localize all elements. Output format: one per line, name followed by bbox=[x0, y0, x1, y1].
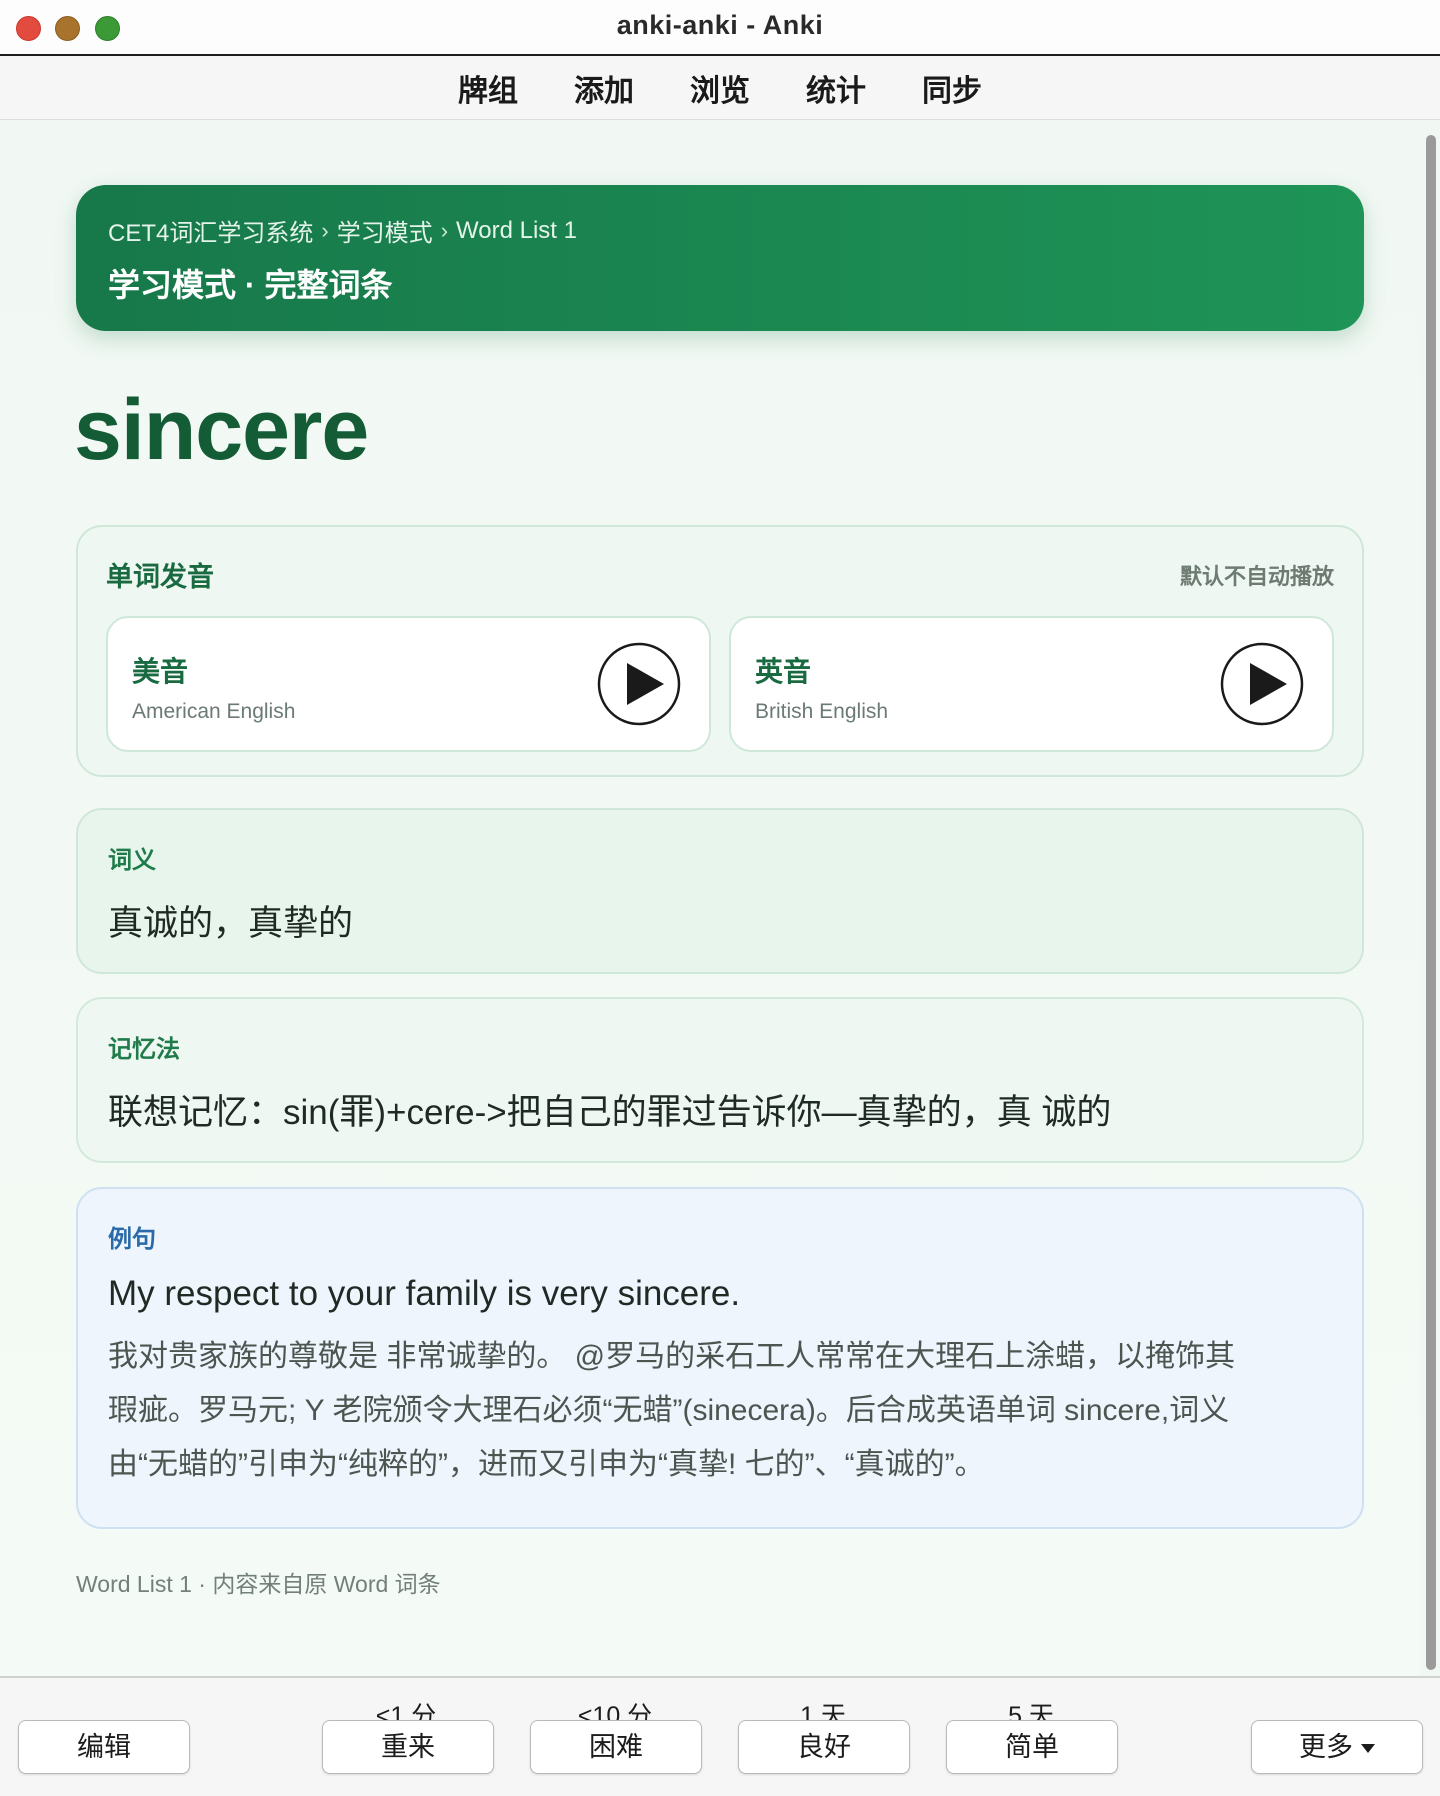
breadcrumb-item-list: Word List 1 bbox=[456, 216, 577, 244]
uk-pronunciation[interactable]: 英音 British English bbox=[729, 616, 1334, 752]
again-button[interactable]: 重来 bbox=[322, 1720, 494, 1774]
mnemonic-title: 记忆法 bbox=[108, 1036, 180, 1063]
pronunciation-options: 美音 American English 英音 British English bbox=[106, 616, 1334, 752]
edit-button[interactable]: 编辑 bbox=[18, 1720, 190, 1774]
toolbar-decks[interactable]: 牌组 bbox=[430, 66, 546, 110]
example-title: 例句 bbox=[108, 1226, 156, 1253]
us-pronunciation[interactable]: 美音 American English bbox=[106, 616, 711, 752]
more-label: 更多 bbox=[1299, 1732, 1353, 1762]
meaning-title: 词义 bbox=[108, 847, 156, 874]
page-title: 学习模式 · 完整词条 bbox=[108, 267, 393, 303]
title-bar: anki-anki - Anki bbox=[0, 0, 1440, 56]
toolbar-sync[interactable]: 同步 bbox=[894, 66, 1010, 110]
example-card: 例句 My respect to your family is very sin… bbox=[76, 1187, 1364, 1529]
example-translation-line: 我对贵家族的尊敬是 非常诚挚的。 @罗马的采石工人常常在大理石上涂蜡，以掩饰其 bbox=[108, 1340, 1236, 1373]
toolbar-add[interactable]: 添加 bbox=[546, 66, 662, 110]
main-toolbar: 牌组 添加 浏览 统计 同步 bbox=[0, 56, 1440, 120]
toolbar-browse[interactable]: 浏览 bbox=[662, 66, 778, 110]
example-translation-line: 瑕疵。罗马元; Y 老院颁令大理石必须“无蜡”(sinecera)。后合成英语单… bbox=[108, 1394, 1230, 1427]
pronunciation-title: 单词发音 bbox=[106, 562, 214, 592]
anki-window: anki-anki - Anki 牌组 添加 浏览 统计 同步 CET4词汇学习… bbox=[0, 0, 1440, 1796]
toolbar-stats[interactable]: 统计 bbox=[778, 66, 894, 110]
autoplay-note: 默认不自动播放 bbox=[1179, 563, 1334, 589]
scrollbar[interactable] bbox=[1426, 135, 1436, 1670]
breadcrumb-separator: › bbox=[440, 217, 449, 243]
hard-button[interactable]: 困难 bbox=[530, 1720, 702, 1774]
meaning-card: 词义 真诚的，真挚的 bbox=[76, 808, 1364, 974]
breadcrumb-item-system: CET4词汇学习系统 bbox=[108, 220, 314, 247]
play-icon[interactable] bbox=[597, 642, 681, 726]
breadcrumb-separator: › bbox=[321, 217, 329, 243]
card-view: CET4词汇学习系统 › 学习模式 › Word List 1 学习模式 · 完… bbox=[0, 121, 1420, 1676]
example-translation-line: 由“无蜡的”引申为“纯粹的”，进而又引申为“真挚! 七的”、“真诚的”。 bbox=[108, 1448, 985, 1481]
example-sentence: My respect to your family is very sincer… bbox=[108, 1274, 741, 1313]
hero-banner: CET4词汇学习系统 › 学习模式 › Word List 1 学习模式 · 完… bbox=[76, 185, 1364, 331]
easy-button[interactable]: 简单 bbox=[946, 1720, 1118, 1774]
source-note: Word List 1 · 内容来自原 Word 词条 bbox=[76, 1571, 441, 1597]
meaning-text: 真诚的，真挚的 bbox=[108, 904, 354, 943]
pronunciation-header: 单词发音 默认不自动播放 bbox=[106, 555, 1334, 594]
breadcrumb-item-mode: 学习模式 bbox=[336, 220, 433, 247]
example-translation: 我对贵家族的尊敬是 非常诚挚的。 @罗马的采石工人常常在大理石上涂蜡，以掩饰其 … bbox=[108, 1330, 1332, 1492]
mnemonic-text: 联想记忆：sin(罪)+cere->把自己的罪过告诉你—真挚的，真 诚的 bbox=[108, 1093, 1112, 1132]
mnemonic-card: 记忆法 联想记忆：sin(罪)+cere->把自己的罪过告诉你—真挚的，真 诚的 bbox=[76, 997, 1364, 1163]
play-icon[interactable] bbox=[1220, 642, 1304, 726]
good-button[interactable]: 良好 bbox=[738, 1720, 910, 1774]
more-button[interactable]: 更多 bbox=[1251, 1720, 1423, 1774]
pronunciation-card: 单词发音 默认不自动播放 美音 American English 英音 Brit… bbox=[76, 525, 1364, 777]
window-title: anki-anki - Anki bbox=[616, 10, 824, 40]
chevron-down-icon bbox=[1361, 1744, 1375, 1754]
breadcrumb: CET4词汇学习系统 › 学习模式 › Word List 1 bbox=[108, 213, 1332, 248]
headword: sincere bbox=[74, 382, 369, 478]
answer-bar: 编辑 <1 分 重来 <10 分 困难 1 天 良好 5 天 简单 更多 bbox=[0, 1676, 1440, 1796]
